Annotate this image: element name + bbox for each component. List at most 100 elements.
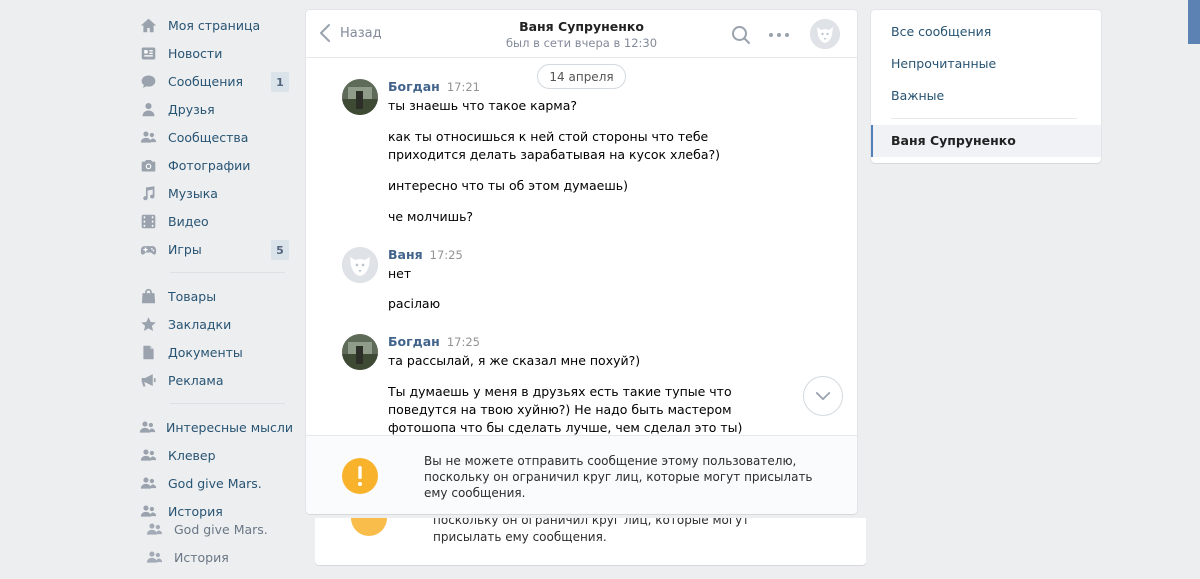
nav-item-items-2[interactable]: Сообщения 1 xyxy=(138,67,293,95)
filter-divider xyxy=(891,118,1077,119)
nav-label: Закладки xyxy=(168,316,232,332)
music-icon xyxy=(138,183,158,203)
nav-item-items-5[interactable]: Фотографии xyxy=(138,151,293,179)
nav-label: Фотографии xyxy=(168,157,251,173)
chat-header: Назад Ваня Супруненко был в сети вчера в… xyxy=(306,10,857,58)
warning-icon xyxy=(342,458,378,494)
chevron-down-icon xyxy=(815,391,831,400)
message-author[interactable]: Богдан 17:25 xyxy=(388,334,480,349)
ghost-blocked-panel: поскольку он ограничил круг лиц, которые… xyxy=(315,518,866,565)
message-text: как ты относишься к ней стой стороны что… xyxy=(388,129,720,162)
message-text: та рассылай, я же сказал мне похуй?) xyxy=(388,353,641,368)
message-text: расiлаю xyxy=(388,296,441,311)
nav-item-items-8[interactable]: Игры 5 xyxy=(138,235,293,263)
bag-icon xyxy=(138,286,158,306)
megaphone-icon xyxy=(138,370,158,390)
nav-item-items2-3[interactable]: Реклама xyxy=(138,366,293,394)
news-icon xyxy=(138,43,158,63)
nav-label: Интересные мысли xyxy=(166,419,293,435)
groups-icon xyxy=(146,523,163,535)
groups-icon xyxy=(146,551,163,563)
message-time: 17:25 xyxy=(446,335,480,349)
groups-icon xyxy=(138,127,158,147)
nav-label: Новости xyxy=(168,45,223,61)
groups-icon xyxy=(138,501,158,521)
ghost-nav-label: God give Mars. xyxy=(174,522,268,537)
filter-active-label: Ваня Супруненко xyxy=(891,133,1016,148)
message-time: 17:21 xyxy=(446,80,480,94)
nav-divider xyxy=(170,403,285,404)
nav-item-groups-1[interactable]: Клевер xyxy=(138,441,293,469)
author-avatar[interactable] xyxy=(342,79,378,115)
date-divider: 14 апреля xyxy=(537,64,626,89)
filter-all-messages[interactable]: Все сообщения xyxy=(891,24,991,39)
nav-label: Товары xyxy=(168,288,217,304)
video-icon xyxy=(138,211,158,231)
filter-important[interactable]: Важные xyxy=(891,88,944,103)
nav-label: Сообщества xyxy=(168,129,249,145)
message-history[interactable]: 14 апреля Богдан 17:21 ты знаешь что тако… xyxy=(306,58,857,435)
author-avatar[interactable] xyxy=(342,247,378,283)
nav-item-items2-1[interactable]: Закладки xyxy=(138,310,293,338)
chat-panel: Назад Ваня Супруненко был в сети вчера в… xyxy=(306,10,857,514)
message-text: интересно что ты об этом думаешь) xyxy=(388,178,628,193)
groups-icon xyxy=(138,445,158,465)
nav-label: История xyxy=(168,503,223,519)
blocked-notice-text: Вы не можете отправить сообщение этому п… xyxy=(424,454,813,500)
friend-icon xyxy=(138,99,158,119)
counter-badge: 1 xyxy=(271,72,289,92)
star-icon xyxy=(138,314,158,334)
nav-item-groups-0[interactable]: Интересные мысли xyxy=(138,413,293,441)
message-author[interactable]: Богдан 17:21 xyxy=(388,79,480,94)
camera-icon xyxy=(138,155,158,175)
message-text: Ты думаешь у меня в друзьях есть такие т… xyxy=(388,384,743,435)
nav-label: Музыка xyxy=(168,185,218,201)
nav-item-items-7[interactable]: Видео xyxy=(138,207,293,235)
gamepad-icon xyxy=(138,239,158,259)
more-icon[interactable] xyxy=(767,24,791,46)
message-text: ты знаешь что такое карма? xyxy=(388,98,578,113)
nav-label: Игры xyxy=(168,241,202,257)
document-icon xyxy=(138,342,158,362)
nav-item-items2-0[interactable]: Товары xyxy=(138,282,293,310)
nav-item-groups-2[interactable]: God give Mars. xyxy=(138,469,293,497)
nav-item-items-3[interactable]: Друзья xyxy=(138,95,293,123)
nav-label: God give Mars. xyxy=(168,475,262,491)
search-icon[interactable] xyxy=(730,24,752,46)
message-text: нет xyxy=(388,266,412,281)
warning-icon xyxy=(351,518,387,536)
nav-label: Видео xyxy=(168,213,209,229)
nav-label: Документы xyxy=(168,344,243,360)
groups-icon xyxy=(138,473,158,493)
edge-tab[interactable] xyxy=(1188,0,1200,44)
nav-divider xyxy=(170,272,285,273)
nav-item-items-6[interactable]: Музыка xyxy=(138,179,293,207)
nav-item-items2-2[interactable]: Документы xyxy=(138,338,293,366)
nav-label: Моя страница xyxy=(168,17,261,33)
ghost-nav-label: История xyxy=(174,550,229,565)
author-avatar[interactable] xyxy=(342,334,378,370)
peer-avatar[interactable] xyxy=(810,19,840,49)
filter-active-conversation[interactable]: Ваня Супруненко xyxy=(871,125,1101,157)
message-time: 17:25 xyxy=(429,248,463,262)
message-author[interactable]: Ваня 17:25 xyxy=(388,247,463,262)
nav-label: Реклама xyxy=(168,372,224,388)
dog-avatar-icon xyxy=(810,19,840,49)
filter-unread[interactable]: Непрочитанные xyxy=(891,56,996,71)
nav-item-items-0[interactable]: Моя страница xyxy=(138,11,293,39)
left-navigation: Моя страница Новости Сообщения 1 Друзья Сообщ… xyxy=(138,11,293,525)
nav-label: Сообщения xyxy=(168,73,244,89)
nav-item-items-4[interactable]: Сообщества xyxy=(138,123,293,151)
scroll-down-button[interactable] xyxy=(803,376,843,416)
counter-badge: 5 xyxy=(271,240,289,260)
dog-avatar-icon xyxy=(342,247,378,283)
groups-icon xyxy=(138,417,156,437)
ghost-blocked-text: поскольку он ограничил круг лиц, которые… xyxy=(433,518,750,544)
blocked-notice: Вы не можете отправить сообщение этому п… xyxy=(306,435,857,514)
home-icon xyxy=(138,15,158,35)
nav-item-items-1[interactable]: Новости xyxy=(138,39,293,67)
messages-icon xyxy=(138,71,158,91)
message-text: че молчишь? xyxy=(388,209,474,224)
nav-label: Друзья xyxy=(168,101,215,117)
ghost-nav-item: История xyxy=(146,549,229,566)
